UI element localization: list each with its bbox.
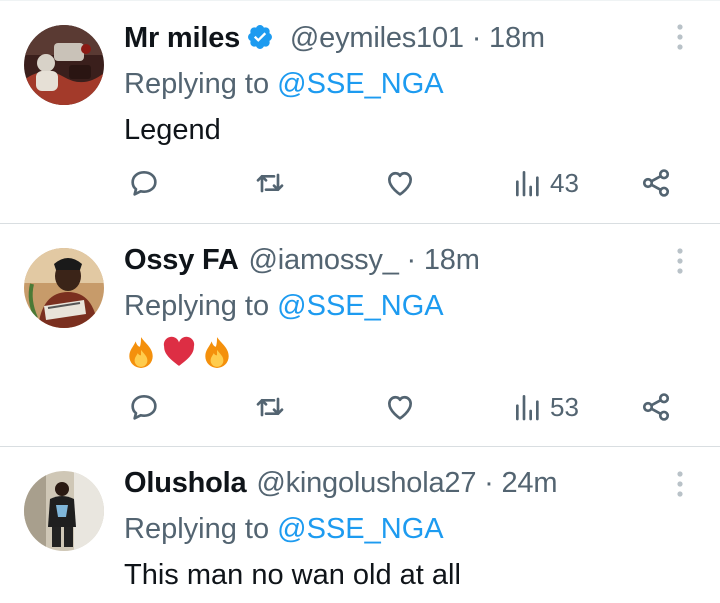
tweet-reply[interactable]: Ossy FA @iamossy_ · 18m Replying to @SSE… [0, 224, 720, 447]
views-count: 43 [550, 167, 579, 198]
tweet-text: This man no wan old at all [124, 559, 461, 591]
fire-emoji [129, 337, 153, 368]
avatar[interactable] [24, 471, 104, 551]
display-name[interactable]: Olushola [124, 467, 247, 499]
more-vertical-icon[interactable] [672, 469, 688, 499]
timestamp[interactable]: 24m [501, 467, 557, 499]
reply-button[interactable] [128, 387, 160, 427]
replying-prefix: Replying to [124, 513, 270, 545]
display-name[interactable]: Mr miles [124, 22, 240, 54]
separator-dot: · [484, 467, 494, 499]
share-icon [642, 169, 670, 197]
more-vertical-icon[interactable] [672, 22, 688, 52]
replying-to: Replying to @SSE_NGA [124, 66, 660, 102]
reply-icon [131, 395, 157, 420]
tweet-reply[interactable]: Mr miles @eymiles101 · 18m Replying to @… [0, 0, 720, 224]
tweet-emojis [124, 332, 660, 372]
share-button[interactable] [640, 163, 672, 203]
views-button[interactable]: 53 [512, 387, 579, 427]
display-name[interactable]: Ossy FA [124, 244, 239, 276]
separator-dot: · [406, 244, 417, 276]
more-vertical-icon[interactable] [672, 246, 688, 276]
views-count: 53 [550, 391, 579, 422]
tweet-text: Legend [124, 114, 221, 146]
avatar[interactable] [24, 248, 104, 328]
heart-icon [388, 171, 412, 196]
user-handle[interactable]: @iamossy_ [249, 244, 399, 276]
action-bar: 43 [124, 163, 684, 203]
timestamp[interactable]: 18m [489, 22, 545, 54]
retweet-icon [256, 173, 284, 193]
action-bar: 53 [124, 387, 684, 427]
share-button[interactable] [640, 387, 672, 427]
tweet-header: Olushola @kingolushola27 · 24m [124, 465, 660, 501]
red-heart-emoji [163, 336, 195, 366]
timestamp[interactable]: 18m [424, 244, 480, 276]
user-handle[interactable]: @eymiles101 [290, 22, 464, 54]
share-icon [642, 393, 670, 421]
separator-dot: · [471, 22, 482, 54]
reply-button[interactable] [128, 163, 160, 203]
mention-link[interactable]: @SSE_NGA [277, 513, 443, 545]
tweet-reply[interactable]: Olushola @kingolushola27 · 24m Replying … [0, 447, 720, 603]
replying-to: Replying to @SSE_NGA [124, 511, 660, 547]
mention-link[interactable]: @SSE_NGA [277, 290, 443, 322]
tweet-header: Mr miles @eymiles101 · 18m [124, 20, 660, 56]
retweet-button[interactable] [254, 387, 286, 427]
replying-to: Replying to @SSE_NGA [124, 288, 660, 324]
avatar-photo [24, 471, 104, 551]
avatar-photo [24, 25, 104, 105]
avatar[interactable] [24, 25, 104, 105]
verified-badge-icon [246, 23, 274, 51]
reply-icon [131, 171, 157, 196]
views-icon [516, 395, 539, 421]
fire-emoji [205, 337, 229, 368]
heart-icon [388, 395, 412, 420]
like-button[interactable] [384, 163, 416, 203]
mention-link[interactable]: @SSE_NGA [277, 68, 443, 100]
user-handle[interactable]: @kingolushola27 [256, 467, 476, 499]
replying-prefix: Replying to [124, 68, 270, 100]
retweet-icon [256, 397, 284, 417]
views-icon [516, 171, 539, 197]
views-button[interactable]: 43 [512, 163, 579, 203]
replying-prefix: Replying to [124, 290, 270, 322]
avatar-photo [24, 248, 104, 328]
like-button[interactable] [384, 387, 416, 427]
tweet-header: Ossy FA @iamossy_ · 18m [124, 242, 660, 278]
retweet-button[interactable] [254, 163, 286, 203]
